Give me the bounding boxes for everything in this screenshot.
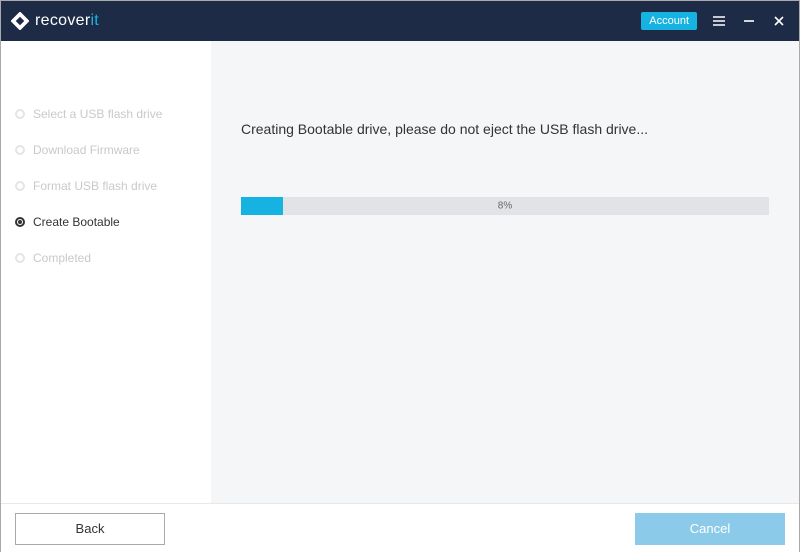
step-label: Download Firmware bbox=[33, 143, 140, 157]
sidebar-step-select-usb: Select a USB flash drive bbox=[1, 96, 211, 132]
close-icon[interactable] bbox=[771, 13, 787, 29]
step-bullet-icon bbox=[15, 145, 25, 155]
cancel-button[interactable]: Cancel bbox=[635, 513, 785, 545]
step-label: Completed bbox=[33, 251, 91, 265]
app-brand-text: recoverit bbox=[35, 12, 99, 30]
step-label: Select a USB flash drive bbox=[33, 107, 162, 121]
window-controls: Account bbox=[641, 12, 787, 30]
status-message: Creating Bootable drive, please do not e… bbox=[241, 121, 769, 137]
back-button[interactable]: Back bbox=[15, 513, 165, 545]
app-logo: recoverit bbox=[11, 12, 99, 30]
account-button[interactable]: Account bbox=[641, 12, 697, 30]
main-panel: Creating Bootable drive, please do not e… bbox=[211, 41, 799, 503]
brand-accent: it bbox=[90, 12, 99, 29]
sidebar-step-create-bootable: Create Bootable bbox=[1, 204, 211, 240]
recoverit-logo-icon bbox=[11, 12, 29, 30]
body: Select a USB flash drive Download Firmwa… bbox=[1, 41, 799, 503]
sidebar-step-download-firmware: Download Firmware bbox=[1, 132, 211, 168]
minimize-icon[interactable] bbox=[741, 13, 757, 29]
step-bullet-icon bbox=[15, 217, 25, 227]
step-bullet-icon bbox=[15, 109, 25, 119]
progress-fill bbox=[241, 197, 283, 215]
sidebar-step-completed: Completed bbox=[1, 240, 211, 276]
step-label: Create Bootable bbox=[33, 215, 120, 229]
sidebar-step-format-usb: Format USB flash drive bbox=[1, 168, 211, 204]
footer: Back Cancel bbox=[1, 503, 799, 553]
step-bullet-icon bbox=[15, 181, 25, 191]
progress-bar: 8% bbox=[241, 197, 769, 215]
step-label: Format USB flash drive bbox=[33, 179, 157, 193]
progress-label: 8% bbox=[498, 201, 512, 212]
title-bar: recoverit Account bbox=[1, 1, 799, 41]
sidebar: Select a USB flash drive Download Firmwa… bbox=[1, 41, 211, 503]
step-bullet-icon bbox=[15, 253, 25, 263]
brand-prefix: recover bbox=[35, 12, 90, 29]
menu-icon[interactable] bbox=[711, 13, 727, 29]
